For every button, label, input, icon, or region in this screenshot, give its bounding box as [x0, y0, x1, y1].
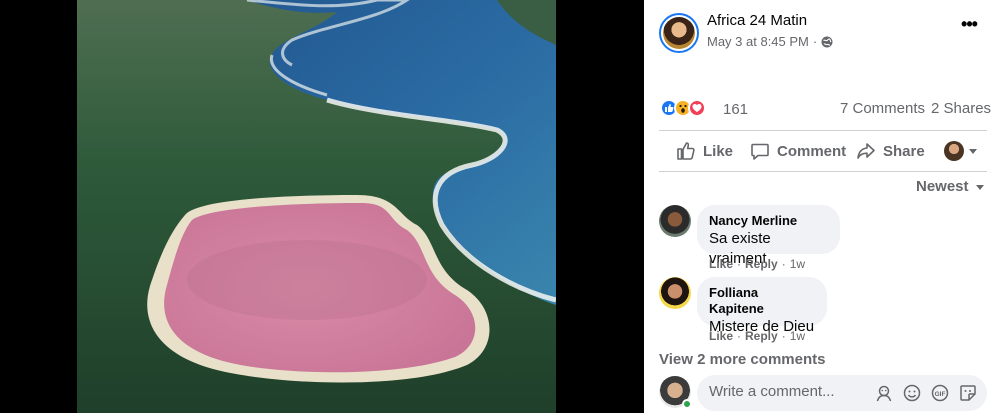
post-meta: May 3 at 8:45 PM · — [707, 34, 833, 49]
comment-icon — [751, 143, 769, 160]
post-as-selector[interactable] — [944, 141, 978, 161]
view-more-comments-link[interactable]: View 2 more comments — [659, 351, 825, 368]
post-details-panel: Africa 24 Matin May 3 at 8:45 PM · ••• 1… — [644, 0, 992, 413]
comment-author[interactable]: Nancy Merline — [709, 213, 828, 229]
post-photo[interactable] — [77, 0, 556, 413]
sticker-icon[interactable] — [958, 383, 978, 403]
comment-reply-link[interactable]: Reply — [745, 329, 778, 343]
share-icon — [857, 143, 875, 159]
facebook-photo-viewer: Africa 24 Matin May 3 at 8:45 PM · ••• 1… — [0, 0, 992, 413]
online-status-icon — [682, 399, 692, 409]
sort-label: Newest — [916, 178, 969, 195]
comment-composer[interactable]: GIF — [697, 375, 987, 411]
comment-like-link[interactable]: Like — [709, 329, 733, 343]
share-button[interactable]: Share — [856, 141, 925, 161]
comment-button-label: Comment — [777, 142, 847, 160]
divider — [659, 130, 987, 131]
comment-age[interactable]: 1w — [790, 329, 805, 343]
globe-icon[interactable] — [821, 36, 833, 48]
divider — [659, 171, 987, 172]
caret-down-icon — [975, 184, 984, 190]
comment-input[interactable] — [709, 383, 869, 400]
share-button-label: Share — [883, 142, 925, 160]
svg-text:GIF: GIF — [935, 391, 946, 398]
more-options-button[interactable]: ••• — [958, 15, 980, 39]
post-timestamp[interactable]: May 3 at 8:45 PM — [707, 34, 809, 49]
comment-like-link[interactable]: Like — [709, 257, 733, 271]
caret-down-icon — [969, 149, 977, 154]
dot-separator: · — [781, 257, 786, 271]
photo-viewer — [0, 0, 644, 413]
avatar-sticker-icon[interactable] — [874, 383, 894, 403]
dot-separator: · — [737, 257, 742, 271]
comment-author[interactable]: Folliana Kapitene — [709, 285, 815, 317]
like-button[interactable]: Like — [676, 141, 733, 161]
like-button-label: Like — [703, 142, 734, 160]
comments-count-link[interactable]: 7 Comments — [840, 100, 925, 117]
reactions-count[interactable]: 161 — [723, 101, 748, 118]
emoji-icon[interactable] — [902, 383, 922, 403]
thumbs-up-icon — [677, 142, 695, 160]
comment-actions: Like · Reply · 1w — [709, 329, 805, 343]
meta-separator: · — [812, 34, 818, 49]
comment-actions: Like · Reply · 1w — [709, 257, 805, 271]
page-avatar[interactable] — [659, 13, 699, 53]
commenter-avatar[interactable] — [659, 205, 691, 237]
reaction-icons[interactable] — [660, 99, 706, 117]
comment-bubble: Folliana Kapitene Mistere de Dieu — [697, 277, 827, 335]
shares-count-link[interactable]: 2 Shares — [931, 100, 991, 117]
gif-icon[interactable]: GIF — [930, 383, 950, 403]
viewer-avatar — [944, 141, 964, 161]
commenter-avatar[interactable] — [659, 277, 691, 309]
dot-separator: · — [737, 329, 742, 343]
comment-bubble: Nancy Merline Sa existe vraiment — [697, 205, 840, 267]
comment-sort-dropdown[interactable]: Newest — [916, 178, 985, 195]
comment-button[interactable]: Comment — [750, 141, 846, 161]
love-reaction-icon — [688, 99, 706, 117]
dot-separator: · — [781, 329, 786, 343]
comment-age[interactable]: 1w — [790, 257, 805, 271]
comment-reply-link[interactable]: Reply — [745, 257, 778, 271]
page-name-link[interactable]: Africa 24 Matin — [707, 12, 807, 29]
